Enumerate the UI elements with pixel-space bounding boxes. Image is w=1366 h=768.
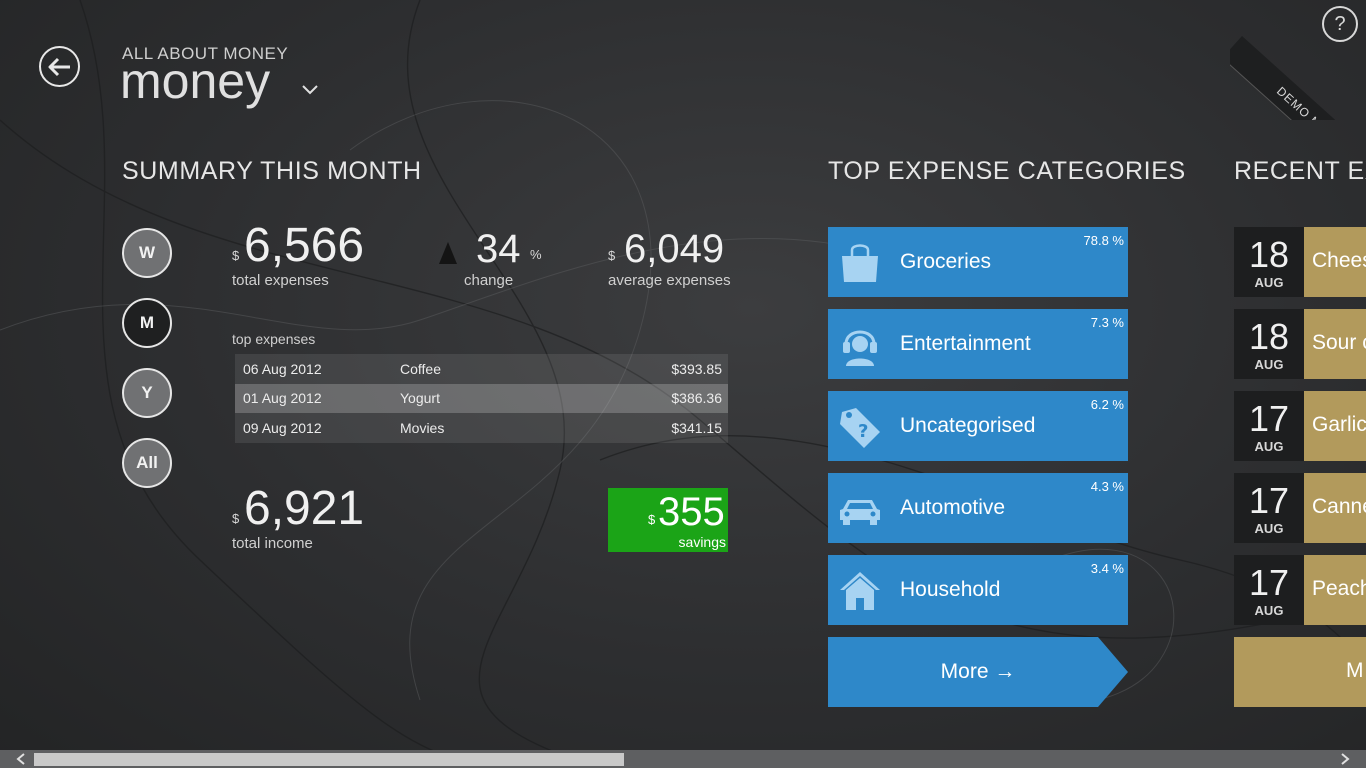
category-percent: 4.3 % bbox=[1090, 479, 1124, 494]
house-icon bbox=[840, 572, 880, 610]
table-row[interactable]: 09 Aug 2012 Movies $341.15 bbox=[235, 413, 728, 443]
category-percent: 3.4 % bbox=[1090, 561, 1124, 576]
savings-tile: $ 355 savings bbox=[608, 488, 728, 552]
recent-month: AUG bbox=[1254, 603, 1284, 618]
period-week-button[interactable]: W bbox=[122, 228, 172, 278]
category-tile-entertainment[interactable]: Entertainment 7.3 % bbox=[828, 309, 1128, 379]
change-unit: % bbox=[530, 247, 542, 262]
scroll-right-button[interactable] bbox=[1336, 751, 1354, 767]
average-expenses-value: 6,049 bbox=[624, 227, 725, 271]
total-income-value: 6,921 bbox=[244, 482, 365, 535]
recent-month: AUG bbox=[1254, 275, 1284, 290]
recent-date: 18 AUG bbox=[1234, 227, 1304, 297]
recent-expense-name: Peach bbox=[1312, 577, 1366, 600]
scrollbar-thumb[interactable] bbox=[34, 753, 624, 766]
expense-name: Coffee bbox=[400, 360, 441, 377]
chevron-left-icon bbox=[16, 753, 25, 765]
recent-day: 18 bbox=[1248, 316, 1290, 357]
top-expenses-table: 06 Aug 2012 Coffee $393.85 01 Aug 2012 Y… bbox=[235, 354, 728, 443]
currency-symbol: $ bbox=[232, 248, 240, 263]
category-name: Household bbox=[900, 578, 1001, 601]
recent-day: 18 bbox=[1248, 234, 1290, 275]
shopping-bag-icon bbox=[842, 244, 878, 282]
categories-heading: TOP EXPENSE CATEGORIES bbox=[828, 157, 1186, 185]
currency-symbol: $ bbox=[608, 248, 616, 263]
currency-symbol: $ bbox=[232, 511, 240, 526]
summary-heading: SUMMARY THIS MONTH bbox=[122, 157, 422, 185]
category-name: Groceries bbox=[900, 250, 992, 273]
page-title: money bbox=[120, 53, 271, 109]
recent-expense-item[interactable]: Canne bbox=[1304, 473, 1366, 543]
svg-text:?: ? bbox=[858, 421, 868, 442]
triangle-up-icon bbox=[439, 242, 457, 264]
total-income-label: total income bbox=[232, 535, 313, 552]
chevron-down-icon[interactable] bbox=[300, 82, 320, 98]
table-row[interactable]: 01 Aug 2012 Yogurt $386.36 bbox=[235, 383, 728, 413]
change-value: 34 bbox=[476, 227, 521, 271]
back-button[interactable] bbox=[39, 46, 80, 87]
expense-date: 09 Aug 2012 bbox=[243, 419, 322, 436]
category-tile-groceries[interactable]: Groceries 78.8 % bbox=[828, 227, 1128, 297]
categories-more-button[interactable]: More → bbox=[828, 637, 1128, 707]
savings-label: savings bbox=[678, 534, 726, 550]
period-all-button[interactable]: All bbox=[122, 438, 172, 488]
category-tile-automotive[interactable]: Automotive 4.3 % bbox=[828, 473, 1128, 543]
expense-date: 06 Aug 2012 bbox=[243, 360, 322, 377]
top-expenses-label: top expenses bbox=[232, 331, 316, 347]
recent-heading: RECENT EXP bbox=[1234, 157, 1366, 185]
arrow-left-icon bbox=[48, 57, 70, 76]
recent-day: 17 bbox=[1248, 562, 1290, 603]
recent-date: 17 AUG bbox=[1234, 555, 1304, 625]
recent-month: AUG bbox=[1254, 357, 1284, 372]
recent-expense-item[interactable]: Sour c bbox=[1304, 309, 1366, 379]
category-name: Entertainment bbox=[900, 332, 1031, 355]
recent-day: 17 bbox=[1248, 480, 1290, 521]
expense-amount: $386.36 bbox=[671, 390, 722, 407]
expense-name: Movies bbox=[400, 419, 445, 436]
category-percent: 7.3 % bbox=[1090, 315, 1124, 330]
category-percent: 6.2 % bbox=[1090, 397, 1124, 412]
recent-expense-item[interactable]: Peach bbox=[1304, 555, 1366, 625]
help-button[interactable]: ? bbox=[1322, 6, 1358, 42]
savings-value: 355 bbox=[658, 490, 725, 534]
period-month-button[interactable]: M bbox=[122, 298, 172, 348]
car-icon bbox=[840, 500, 880, 525]
category-name: Automotive bbox=[900, 496, 1006, 519]
recent-date: 17 AUG bbox=[1234, 391, 1304, 461]
category-tile-household[interactable]: Household 3.4 % bbox=[828, 555, 1128, 625]
recent-expense-item[interactable]: Chees bbox=[1304, 227, 1366, 297]
expense-name: Yogurt bbox=[400, 390, 440, 407]
recent-expense-item[interactable]: Garlic bbox=[1304, 391, 1366, 461]
headset-person-icon bbox=[843, 330, 877, 366]
demo-mode-label: DEMO MODE bbox=[1230, 36, 1366, 120]
recent-more-label: M bbox=[1346, 659, 1364, 682]
total-expenses-label: total expenses bbox=[232, 272, 329, 289]
expense-amount: $341.15 bbox=[671, 419, 722, 436]
recent-date: 17 AUG bbox=[1234, 473, 1304, 543]
category-percent: 78.8 % bbox=[1083, 233, 1124, 248]
recent-expense-name: Chees bbox=[1312, 249, 1366, 272]
more-label: More → bbox=[940, 660, 1016, 683]
recent-expense-name: Garlic bbox=[1312, 413, 1366, 436]
recent-day: 17 bbox=[1248, 398, 1290, 439]
chevron-right-icon bbox=[1341, 753, 1350, 765]
expense-amount: $393.85 bbox=[671, 360, 722, 377]
currency-symbol: $ bbox=[648, 512, 656, 527]
average-expenses-label: average expenses bbox=[608, 272, 731, 289]
category-tile-uncategorised[interactable]: ? Uncategorised 6.2 % bbox=[828, 391, 1128, 461]
table-row[interactable]: 06 Aug 2012 Coffee $393.85 bbox=[235, 354, 728, 384]
change-label: change bbox=[464, 272, 514, 289]
expense-date: 01 Aug 2012 bbox=[243, 390, 322, 407]
category-name: Uncategorised bbox=[900, 414, 1036, 437]
recent-expense-name: Canne bbox=[1312, 495, 1366, 518]
recent-date: 18 AUG bbox=[1234, 309, 1304, 379]
total-expenses-value: 6,566 bbox=[244, 219, 365, 272]
recent-expense-name: Sour c bbox=[1312, 331, 1366, 354]
tag-question-icon: ? bbox=[840, 408, 880, 448]
recent-month: AUG bbox=[1254, 521, 1284, 536]
scroll-left-button[interactable] bbox=[12, 751, 30, 767]
period-year-button[interactable]: Y bbox=[122, 368, 172, 418]
recent-month: AUG bbox=[1254, 439, 1284, 454]
recent-more-button[interactable]: M bbox=[1234, 637, 1366, 707]
